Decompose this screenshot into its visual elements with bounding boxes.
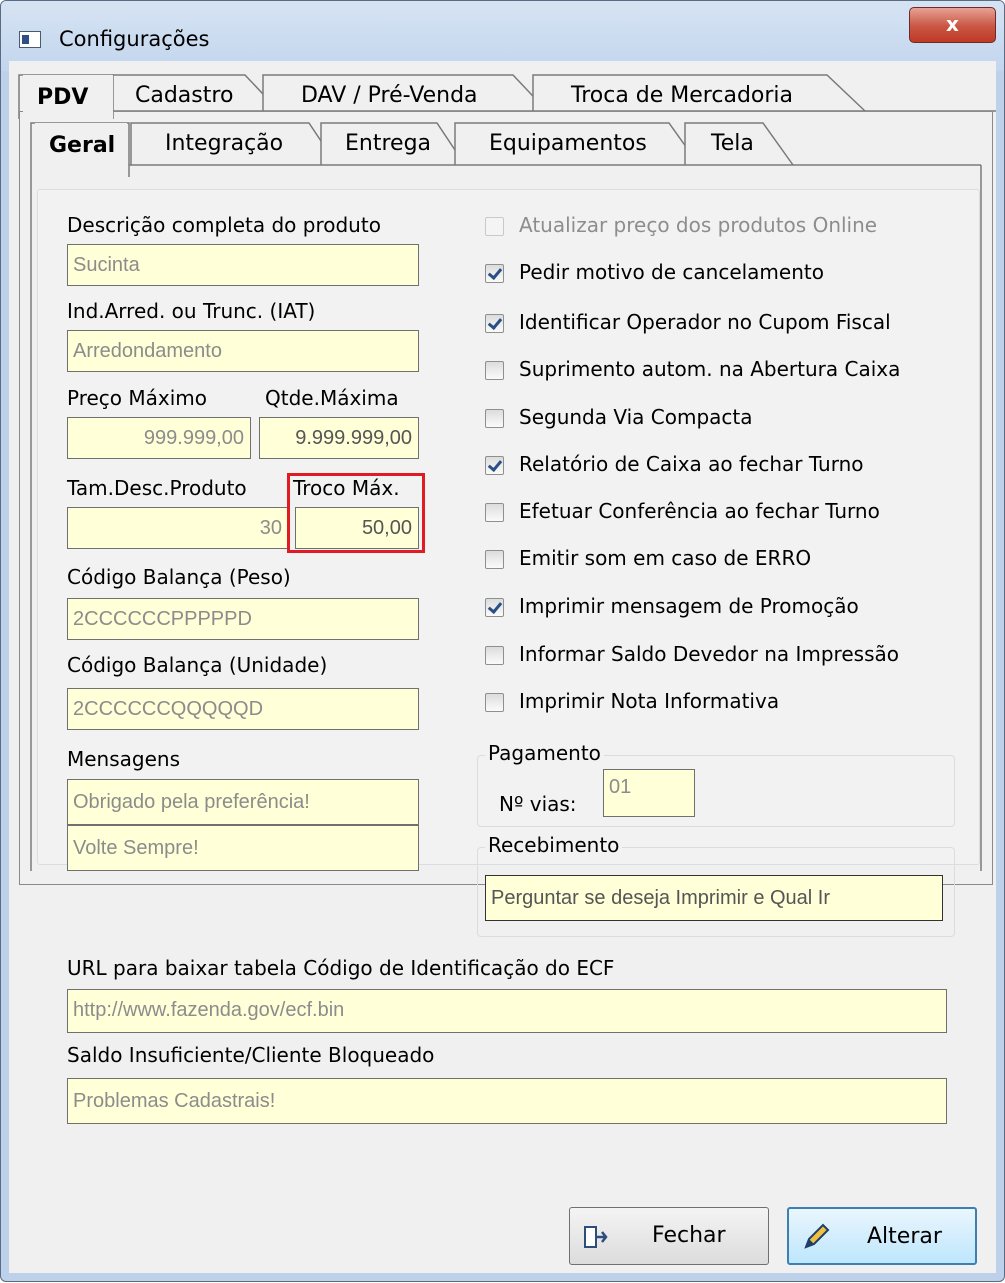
recebimento-title: Recebimento — [485, 833, 623, 857]
exit-door-icon — [584, 1226, 608, 1248]
pencil-edit-icon — [804, 1223, 830, 1249]
checkbox-box[interactable] — [485, 314, 504, 333]
recebimento-field[interactable]: Perguntar se deseja Imprimir e Qual Ir — [485, 875, 943, 921]
iat-field[interactable]: Arredondamento — [67, 330, 419, 372]
app-icon — [19, 31, 41, 48]
url-ecf-field[interactable]: http://www.fazenda.gov/ecf.bin — [67, 989, 947, 1033]
checkbox-box[interactable] — [485, 646, 504, 665]
codigo-balanca-unidade-field[interactable]: 2CCCCCCQQQQQD — [67, 688, 419, 730]
checkbox-box[interactable] — [485, 456, 504, 475]
checkbox-label: Imprimir mensagem de Promoção — [519, 594, 859, 618]
checkbox-label: Atualizar preço dos produtos Online — [519, 213, 878, 237]
client-area: PDV Cadastro DAV / Pré-Venda Troca de Me… — [9, 61, 996, 1273]
tab-tela[interactable]: Tela — [697, 121, 777, 167]
fechar-button[interactable]: Fechar — [569, 1207, 769, 1265]
checkbox-label: Informar Saldo Devedor na Impressão — [519, 642, 899, 666]
tab-integracao[interactable]: Integração — [151, 121, 311, 167]
tab-entrega[interactable]: Entrega — [331, 121, 441, 167]
checkbox-label: Suprimento autom. na Abertura Caixa — [519, 357, 901, 381]
alterar-label: Alterar — [867, 1224, 942, 1249]
checkbox-box[interactable] — [485, 361, 504, 380]
checkbox-label: Segunda Via Compacta — [519, 405, 753, 429]
iat-label: Ind.Arred. ou Trunc. (IAT) — [67, 299, 316, 323]
mensagem-2-field[interactable]: Volte Sempre! — [67, 825, 419, 871]
checkbox-label: Relatório de Caixa ao fechar Turno — [519, 452, 864, 476]
window-title: Configurações — [59, 27, 210, 51]
mensagens-label: Mensagens — [67, 747, 181, 771]
alterar-button[interactable]: Alterar — [787, 1207, 977, 1265]
checkbox-box[interactable] — [485, 217, 504, 236]
tam-desc-produto-field[interactable]: 30 — [67, 507, 289, 549]
checkbox-box[interactable] — [485, 550, 504, 569]
checkbox-box[interactable] — [485, 409, 504, 428]
numero-vias-label: Nº vias: — [499, 792, 577, 816]
descricao-label: Descrição completa do produto — [67, 213, 381, 237]
qtde-maxima-field[interactable]: 9.999.999,00 — [259, 417, 419, 459]
tab-pdv[interactable]: PDV — [23, 75, 113, 121]
pagamento-title: Pagamento — [485, 741, 604, 765]
fechar-label: Fechar — [652, 1223, 726, 1248]
codigo-balanca-peso-field[interactable]: 2CCCCCCPPPPPD — [67, 598, 419, 640]
codigo-balanca-unidade-label: Código Balança (Unidade) — [67, 653, 328, 677]
checkbox-label: Efetuar Conferência ao fechar Turno — [519, 499, 880, 523]
codigo-balanca-peso-label: Código Balança (Peso) — [67, 565, 291, 589]
configuracoes-window: Configurações x PDV Cadastro DAV / Pré-V… — [0, 0, 1005, 1282]
checkbox-label: Emitir som em caso de ERRO — [519, 546, 812, 570]
tab-geral[interactable]: Geral — [35, 123, 127, 169]
qtde-maxima-label: Qtde.Máxima — [265, 386, 399, 410]
checkbox-box[interactable] — [485, 264, 504, 283]
checkbox-box[interactable] — [485, 693, 504, 712]
checkbox-label: Identificar Operador no Cupom Fiscal — [519, 310, 891, 334]
troco-maximo-highlight — [287, 473, 425, 553]
checkbox-box[interactable] — [485, 598, 504, 617]
tab-equipamentos[interactable]: Equipamentos — [475, 121, 675, 167]
mensagem-1-field[interactable]: Obrigado pela preferência! — [67, 779, 419, 825]
pagamento-group — [477, 755, 955, 827]
close-button[interactable]: x — [909, 7, 996, 43]
descricao-field[interactable]: Sucinta — [67, 244, 419, 286]
saldo-insuficiente-label: Saldo Insuficiente/Cliente Bloqueado — [67, 1043, 435, 1067]
preco-maximo-label: Preço Máximo — [67, 386, 208, 410]
checkbox-label: Pedir motivo de cancelamento — [519, 260, 824, 284]
checkbox-label: Imprimir Nota Informativa — [519, 689, 780, 713]
preco-maximo-field[interactable]: 999.999,00 — [67, 417, 251, 459]
url-ecf-label: URL para baixar tabela Código de Identif… — [67, 956, 615, 980]
tam-desc-produto-label: Tam.Desc.Produto — [67, 476, 247, 500]
checkbox-box[interactable] — [485, 503, 504, 522]
saldo-insuficiente-field[interactable]: Problemas Cadastrais! — [67, 1078, 947, 1124]
numero-vias-field[interactable]: 01 — [603, 769, 695, 817]
